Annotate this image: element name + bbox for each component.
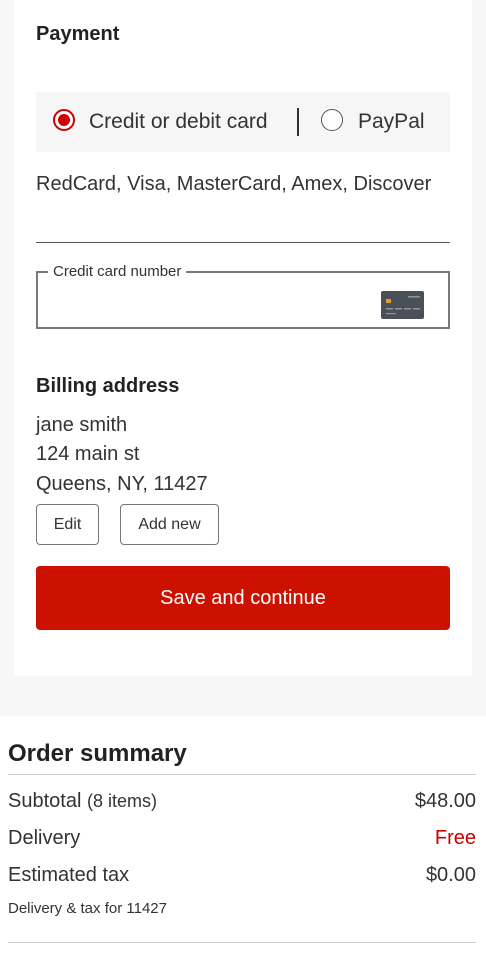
save-and-continue-button[interactable]: Save and continue: [36, 566, 450, 630]
summary-bottom-divider: [8, 942, 476, 943]
estimated-tax-value: $0.00: [425, 864, 476, 886]
tax-row: Estimated tax $0.00: [8, 864, 476, 892]
subtotal-value: $48.00: [414, 790, 476, 812]
subtotal-row: Subtotal (8 items) $48.00: [8, 790, 476, 818]
edit-address-button[interactable]: Edit: [36, 504, 99, 545]
billing-address-title: Billing address: [36, 375, 180, 397]
credit-card-icon: [381, 291, 424, 319]
delivery-tax-note: Delivery & tax for 11427: [8, 900, 167, 917]
credit-card-number-label: Credit card number: [48, 263, 187, 280]
billing-name: jane smith: [36, 414, 128, 436]
subtotal-item-count: (8 items): [86, 791, 157, 811]
billing-street: 124 main st: [36, 443, 140, 465]
credit-card-number-input[interactable]: [50, 287, 374, 315]
paypal-option-label[interactable]: PayPal: [358, 110, 425, 134]
delivery-row: Delivery Free: [8, 827, 476, 855]
subtotal-label: Subtotal (8 items): [8, 790, 157, 813]
credit-card-radio[interactable]: [53, 109, 75, 131]
delivery-label: Delivery: [8, 827, 81, 849]
subtotal-label-text: Subtotal: [8, 790, 82, 812]
payment-method-selector: Credit or debit card PayPal: [36, 92, 450, 152]
method-divider: [297, 108, 299, 136]
order-summary-section: Order summary Subtotal (8 items) $48.00 …: [0, 716, 486, 974]
payment-title: Payment: [36, 23, 120, 45]
order-summary-title: Order summary: [8, 740, 187, 767]
add-new-address-button[interactable]: Add new: [120, 504, 219, 545]
paypal-radio[interactable]: [321, 109, 343, 131]
accepted-cards-divider: [36, 242, 450, 243]
estimated-tax-label: Estimated tax: [8, 864, 130, 886]
summary-top-divider: [8, 774, 476, 775]
credit-card-number-field[interactable]: Credit card number: [36, 263, 450, 329]
billing-city-line: Queens, NY, 11427: [36, 473, 208, 495]
delivery-value: Free: [434, 827, 476, 849]
credit-card-option-label[interactable]: Credit or debit card: [89, 110, 268, 134]
accepted-cards-text: RedCard, Visa, MasterCard, Amex, Discove…: [36, 173, 432, 195]
payment-section: Payment Credit or debit card PayPal RedC…: [14, 0, 472, 676]
